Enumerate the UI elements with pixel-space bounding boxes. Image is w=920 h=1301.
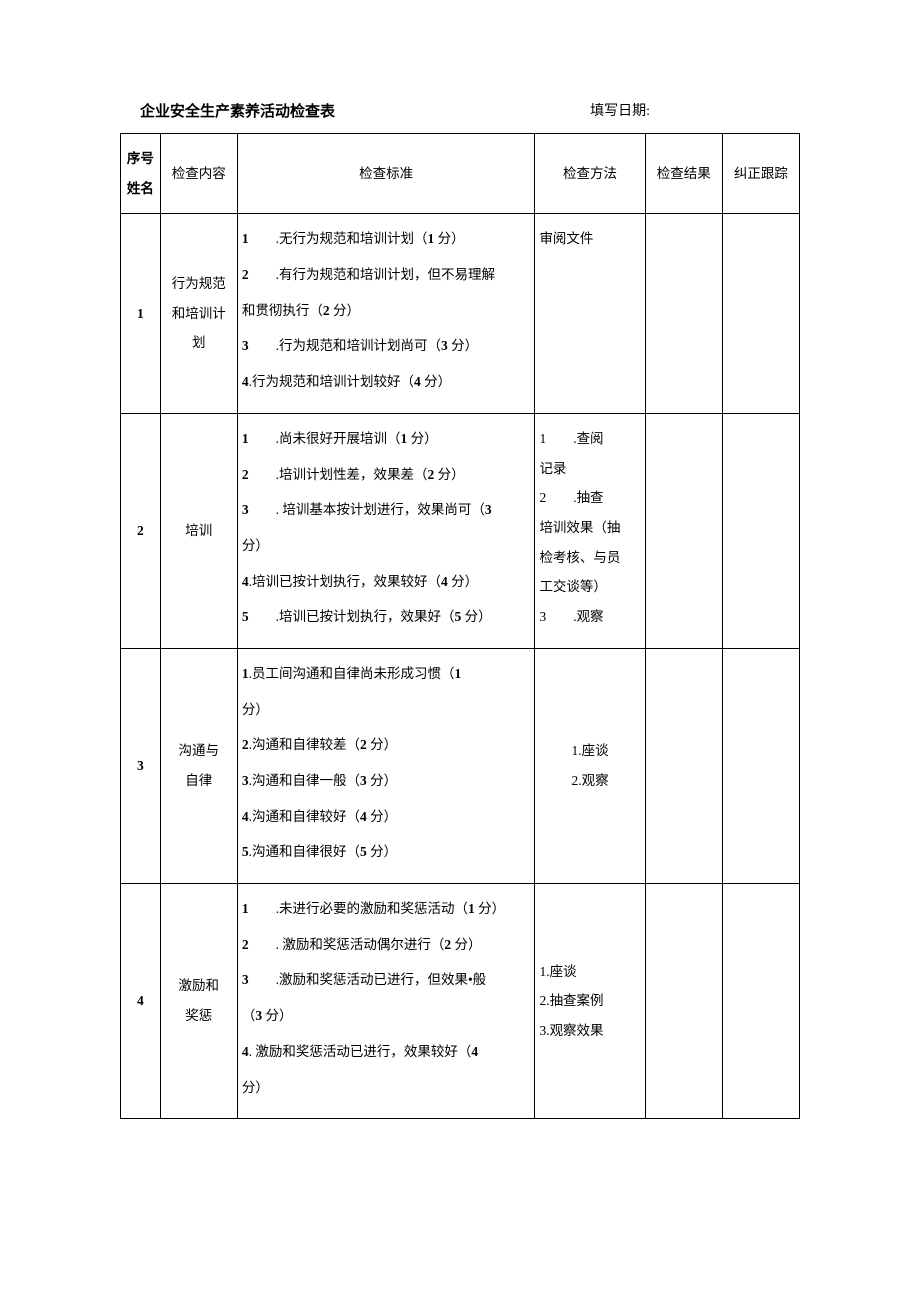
row-method: 1.座谈2.观察 <box>535 648 645 883</box>
table-row: 4激励和奖惩1 .未进行必要的激励和奖惩活动（1 分）2 . 激励和奖惩活动偶尔… <box>121 884 800 1119</box>
table-row: 1行为规范和培训计划1 .无行为规范和培训计划（1 分）2 .有行为规范和培训计… <box>121 214 800 413</box>
col-track-header: 纠正跟踪 <box>722 134 799 214</box>
row-standard: 1 .无行为规范和培训计划（1 分）2 .有行为规范和培训计划，但不易理解和贯彻… <box>237 214 535 413</box>
row-seq: 4 <box>121 884 161 1119</box>
col-content-header: 检查内容 <box>160 134 237 214</box>
row-method: 审阅文件 <box>535 214 645 413</box>
col-standard-header: 检查标准 <box>237 134 535 214</box>
row-method: 1.座谈2.抽查案例3.观察效果 <box>535 884 645 1119</box>
row-seq: 1 <box>121 214 161 413</box>
col-result-header: 检查结果 <box>645 134 722 214</box>
col-seq-header: 序号姓名 <box>121 134 161 214</box>
row-content: 激励和奖惩 <box>160 884 237 1119</box>
inspection-table: 序号姓名 检查内容 检查标准 检查方法 检查结果 纠正跟踪 1行为规范和培训计划… <box>120 133 800 1119</box>
row-result <box>645 884 722 1119</box>
row-seq: 3 <box>121 648 161 883</box>
row-result <box>645 214 722 413</box>
row-standard: 1 .尚未很好开展培训（1 分）2 .培训计划性差，效果差（2 分）3 . 培训… <box>237 413 535 648</box>
page-title: 企业安全生产素养活动检查表 <box>130 100 335 121</box>
table-row: 2培训1 .尚未很好开展培训（1 分）2 .培训计划性差，效果差（2 分）3 .… <box>121 413 800 648</box>
row-seq: 2 <box>121 413 161 648</box>
row-content: 沟通与自律 <box>160 648 237 883</box>
row-track <box>722 648 799 883</box>
header-row: 企业安全生产素养活动检查表 填写日期: <box>120 100 800 121</box>
row-track <box>722 413 799 648</box>
row-track <box>722 214 799 413</box>
table-header-row: 序号姓名 检查内容 检查标准 检查方法 检查结果 纠正跟踪 <box>121 134 800 214</box>
row-method: 1 .查阅记录2 .抽查培训效果（抽检考核、与员工交谈等）3 .观察 <box>535 413 645 648</box>
date-label: 填写日期: <box>590 100 790 121</box>
row-result <box>645 413 722 648</box>
row-track <box>722 884 799 1119</box>
row-result <box>645 648 722 883</box>
row-standard: 1 .未进行必要的激励和奖惩活动（1 分）2 . 激励和奖惩活动偶尔进行（2 分… <box>237 884 535 1119</box>
col-method-header: 检查方法 <box>535 134 645 214</box>
table-row: 3沟通与自律1.员工间沟通和自律尚未形成习惯（1分）2.沟通和自律较差（2 分）… <box>121 648 800 883</box>
row-standard: 1.员工间沟通和自律尚未形成习惯（1分）2.沟通和自律较差（2 分）3.沟通和自… <box>237 648 535 883</box>
row-content: 行为规范和培训计划 <box>160 214 237 413</box>
row-content: 培训 <box>160 413 237 648</box>
